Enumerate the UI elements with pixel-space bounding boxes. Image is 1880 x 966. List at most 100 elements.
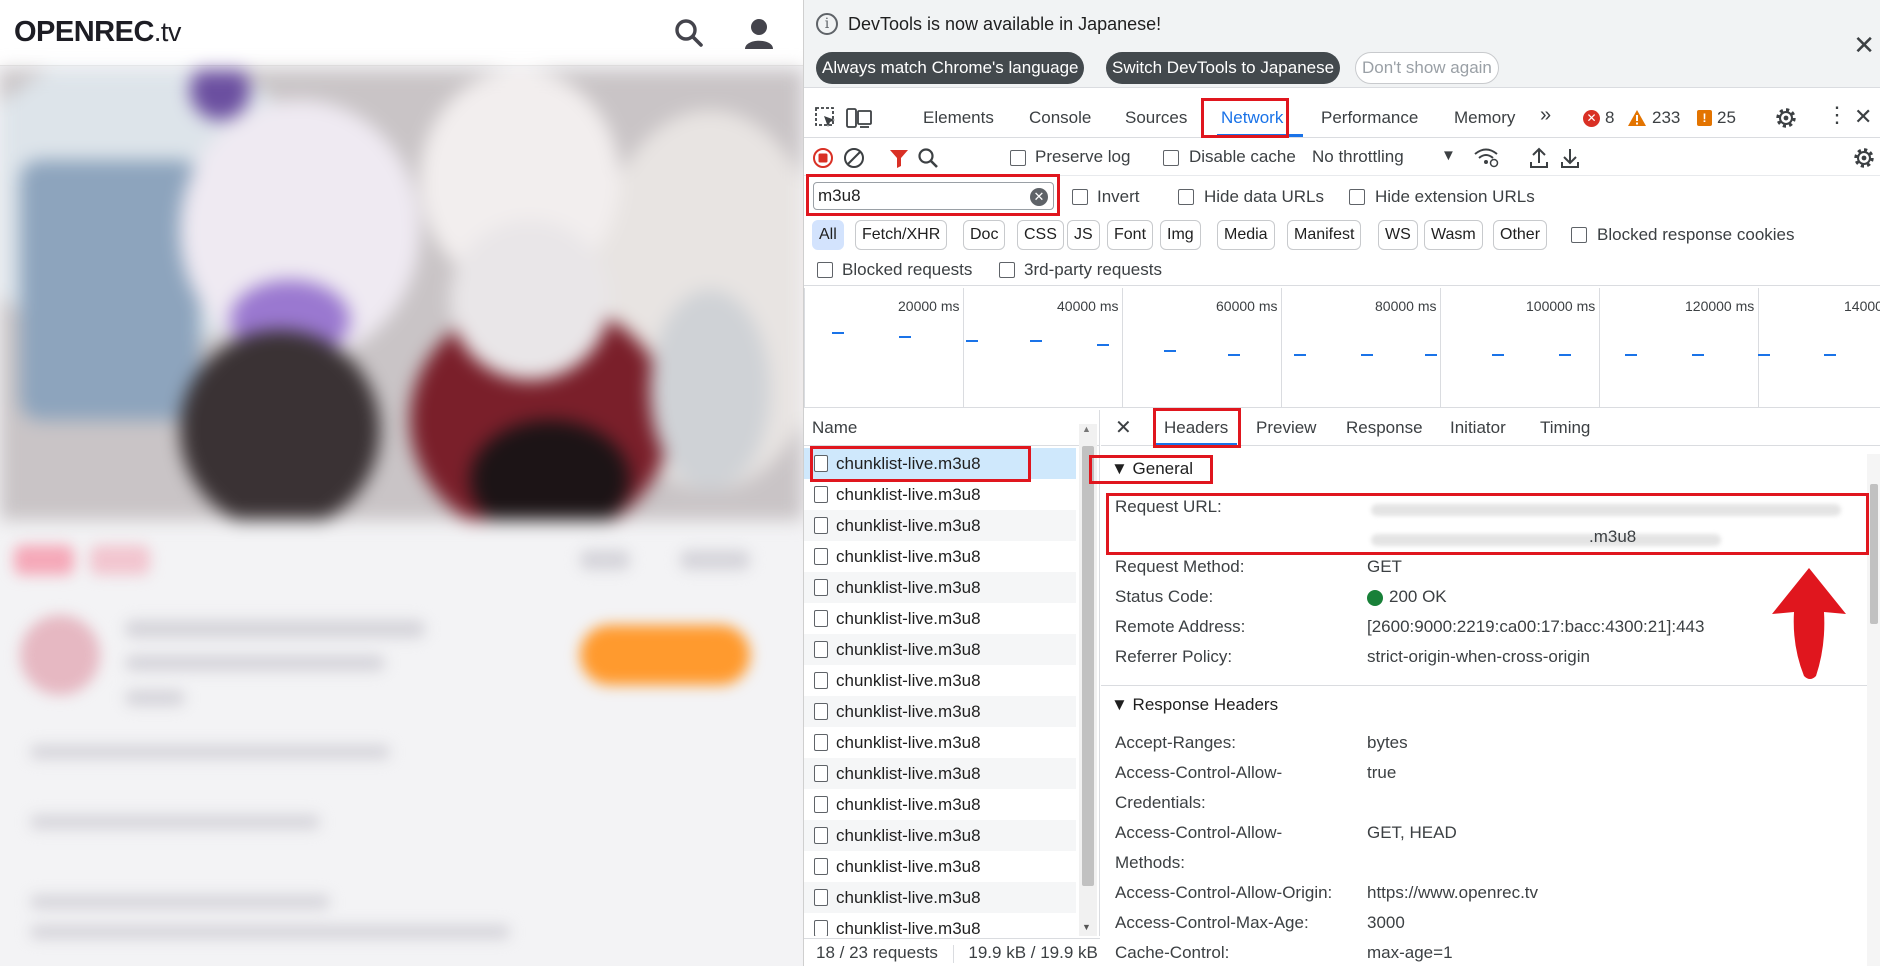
filter-wasm[interactable]: Wasm bbox=[1424, 220, 1483, 250]
inspect-element-icon[interactable] bbox=[814, 106, 838, 130]
tab-performance[interactable]: Performance bbox=[1321, 108, 1418, 128]
header-value[interactable]: GET, HEAD bbox=[1367, 818, 1457, 848]
blocked-response-cookies-checkbox[interactable] bbox=[1571, 227, 1587, 243]
export-har-icon[interactable] bbox=[1559, 146, 1581, 170]
response-headers-section-header[interactable]: ▼ Response Headers bbox=[1101, 690, 1880, 720]
user-icon[interactable] bbox=[744, 18, 774, 50]
request-row[interactable]: chunklist-live.m3u8 bbox=[804, 882, 1076, 913]
filter-manifest[interactable]: Manifest bbox=[1287, 220, 1362, 250]
disable-cache-label[interactable]: Disable cache bbox=[1189, 147, 1296, 167]
blocked-response-cookies-label[interactable]: Blocked response cookies bbox=[1597, 225, 1795, 245]
hide-extension-urls-checkbox[interactable] bbox=[1349, 189, 1365, 205]
search-icon[interactable] bbox=[917, 147, 939, 169]
request-row[interactable]: chunklist-live.m3u8 bbox=[804, 758, 1076, 789]
request-row[interactable]: chunklist-live.m3u8 bbox=[804, 510, 1076, 541]
network-overview-timeline[interactable]: 20000 ms 40000 ms 60000 ms 80000 ms 1000… bbox=[804, 288, 1880, 408]
tab-headers[interactable]: Headers bbox=[1164, 418, 1228, 438]
close-icon[interactable]: ✕ bbox=[1853, 30, 1875, 61]
site-logo[interactable]: OPENREC.tv bbox=[14, 16, 181, 49]
tab-initiator[interactable]: Initiator bbox=[1450, 418, 1506, 438]
request-row[interactable]: chunklist-live.m3u8 bbox=[804, 820, 1076, 851]
scroll-up-icon[interactable]: ▲ bbox=[1082, 424, 1091, 434]
third-party-requests-checkbox[interactable] bbox=[999, 262, 1015, 278]
filter-all[interactable]: All bbox=[812, 220, 844, 250]
request-row[interactable]: chunklist-live.m3u8 bbox=[804, 448, 1076, 479]
request-method-value[interactable]: GET bbox=[1367, 552, 1402, 582]
video-player[interactable] bbox=[0, 70, 803, 520]
request-row[interactable]: chunklist-live.m3u8 bbox=[804, 696, 1076, 727]
request-url-value[interactable]: .m3u8 bbox=[1589, 522, 1636, 552]
search-icon[interactable] bbox=[674, 18, 704, 48]
third-party-requests-label[interactable]: 3rd-party requests bbox=[1024, 260, 1162, 280]
header-value[interactable]: https://www.openrec.tv bbox=[1367, 878, 1538, 908]
header-value[interactable]: max-age=1 bbox=[1367, 938, 1453, 966]
blocked-requests-label[interactable]: Blocked requests bbox=[842, 260, 972, 280]
chevron-down-icon[interactable]: ▼ bbox=[1441, 147, 1456, 164]
network-settings-icon[interactable] bbox=[1852, 146, 1876, 170]
header-value[interactable]: bytes bbox=[1367, 728, 1408, 758]
switch-to-japanese-button[interactable]: Switch DevTools to Japanese bbox=[1106, 52, 1341, 84]
hide-data-urls-label[interactable]: Hide data URLs bbox=[1204, 187, 1324, 207]
warning-icon[interactable] bbox=[1627, 109, 1647, 127]
referrer-policy-value[interactable]: strict-origin-when-cross-origin bbox=[1367, 642, 1590, 672]
tab-response[interactable]: Response bbox=[1346, 418, 1423, 438]
filter-js[interactable]: JS bbox=[1067, 220, 1100, 250]
request-row[interactable]: chunklist-live.m3u8 bbox=[804, 572, 1076, 603]
more-tabs-icon[interactable]: » bbox=[1540, 104, 1551, 127]
request-row[interactable]: chunklist-live.m3u8 bbox=[804, 603, 1076, 634]
throttling-select[interactable]: No throttling bbox=[1312, 147, 1404, 167]
list-scroll-thumb[interactable] bbox=[1082, 446, 1094, 886]
filter-doc[interactable]: Doc bbox=[963, 220, 1006, 250]
status-code-value[interactable]: 200 OK bbox=[1389, 582, 1447, 612]
hide-extension-urls-label[interactable]: Hide extension URLs bbox=[1375, 187, 1535, 207]
filter-other[interactable]: Other bbox=[1493, 220, 1548, 250]
blocked-requests-checkbox[interactable] bbox=[817, 262, 833, 278]
filter-media[interactable]: Media bbox=[1217, 220, 1275, 250]
name-column-header[interactable]: Name bbox=[804, 410, 1099, 446]
import-har-icon[interactable] bbox=[1528, 146, 1550, 170]
dont-show-again-button[interactable]: Don't show again bbox=[1355, 52, 1499, 84]
more-options-icon[interactable]: ⋮ bbox=[1826, 104, 1848, 126]
filter-fetch-xhr[interactable]: Fetch/XHR bbox=[855, 220, 948, 250]
request-row[interactable]: chunklist-live.m3u8 bbox=[804, 727, 1076, 758]
device-toolbar-icon[interactable] bbox=[846, 106, 872, 130]
header-value[interactable]: 3000 bbox=[1367, 908, 1405, 938]
close-details-icon[interactable]: ✕ bbox=[1115, 415, 1132, 440]
request-row[interactable]: chunklist-live.m3u8 bbox=[804, 851, 1076, 882]
remote-address-value[interactable]: [2600:9000:2219:ca00:17:bacc:4300:21]:44… bbox=[1367, 612, 1704, 642]
filter-icon[interactable] bbox=[888, 147, 910, 169]
scroll-down-icon[interactable]: ▼ bbox=[1082, 922, 1091, 932]
invert-checkbox[interactable] bbox=[1072, 189, 1088, 205]
settings-gear-icon[interactable] bbox=[1774, 106, 1798, 130]
request-row[interactable]: chunklist-live.m3u8 bbox=[804, 479, 1076, 510]
tab-console[interactable]: Console bbox=[1029, 108, 1091, 128]
filter-input[interactable]: m3u8 bbox=[813, 182, 1054, 210]
filter-img[interactable]: Img bbox=[1160, 220, 1201, 250]
preserve-log-label[interactable]: Preserve log bbox=[1035, 147, 1130, 167]
list-scrollbar[interactable]: ▲ ▼ bbox=[1079, 424, 1097, 936]
invert-label[interactable]: Invert bbox=[1097, 187, 1140, 207]
preserve-log-checkbox[interactable] bbox=[1010, 150, 1026, 166]
details-scroll-thumb[interactable] bbox=[1870, 484, 1878, 624]
general-section-header[interactable]: ▼ General bbox=[1101, 454, 1880, 484]
tab-preview[interactable]: Preview bbox=[1256, 418, 1316, 438]
tab-sources[interactable]: Sources bbox=[1125, 108, 1187, 128]
clear-icon[interactable] bbox=[843, 147, 865, 169]
clear-filter-icon[interactable]: ✕ bbox=[1030, 188, 1048, 206]
tab-elements[interactable]: Elements bbox=[923, 108, 994, 128]
request-row[interactable]: chunklist-live.m3u8 bbox=[804, 634, 1076, 665]
warning-count[interactable]: 233 bbox=[1652, 108, 1680, 128]
filter-css[interactable]: CSS bbox=[1017, 220, 1064, 250]
close-devtools-icon[interactable]: ✕ bbox=[1854, 104, 1872, 130]
error-count[interactable]: 8 bbox=[1605, 108, 1614, 128]
error-icon[interactable]: ✕ bbox=[1583, 110, 1600, 127]
disable-cache-checkbox[interactable] bbox=[1163, 150, 1179, 166]
network-conditions-icon[interactable] bbox=[1473, 146, 1499, 168]
tab-memory[interactable]: Memory bbox=[1454, 108, 1515, 128]
request-row[interactable]: chunklist-live.m3u8 bbox=[804, 541, 1076, 572]
filter-ws[interactable]: WS bbox=[1378, 220, 1418, 250]
tab-network[interactable]: Network bbox=[1221, 108, 1283, 128]
request-row[interactable]: chunklist-live.m3u8 bbox=[804, 665, 1076, 696]
header-value[interactable]: true bbox=[1367, 758, 1396, 788]
issues-icon[interactable]: ! bbox=[1697, 110, 1712, 126]
